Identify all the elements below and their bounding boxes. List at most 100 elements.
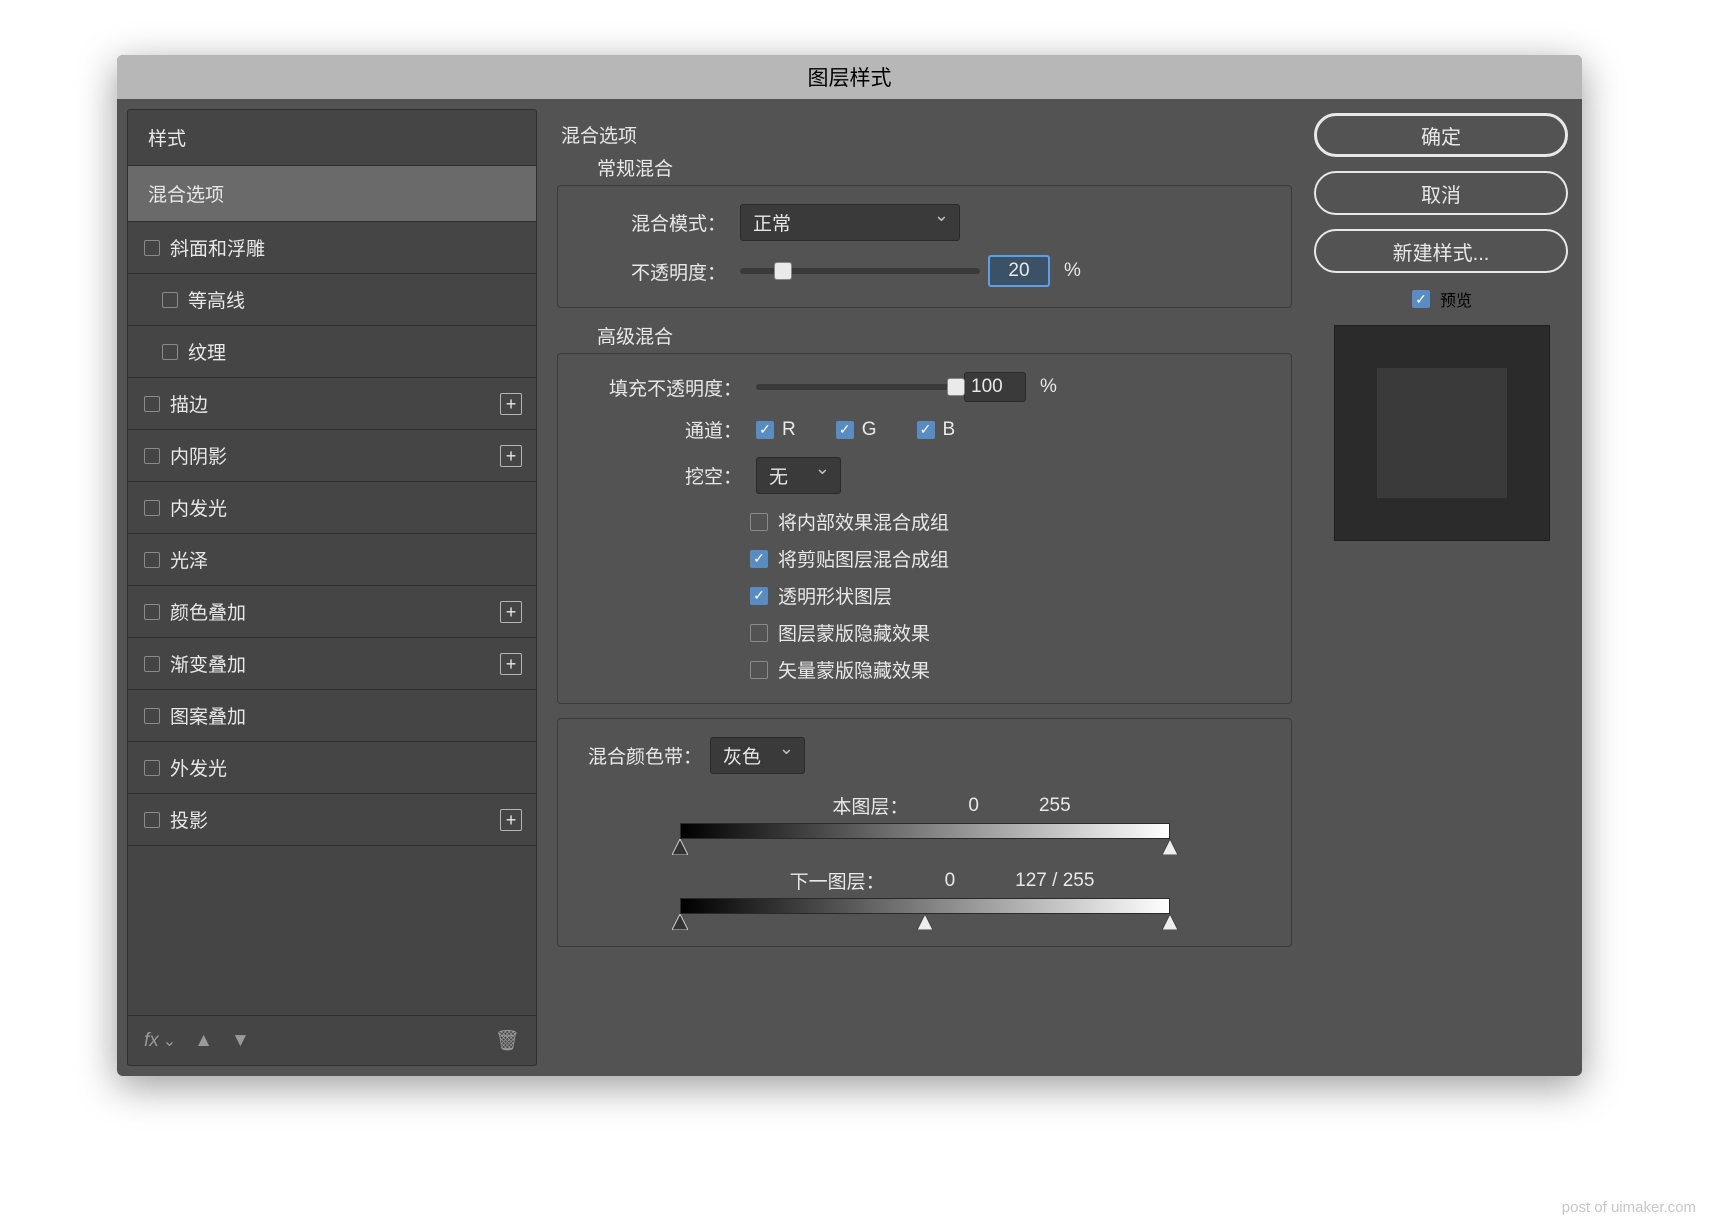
sidebar-item-outer-glow[interactable]: 外发光 (128, 742, 536, 794)
blend-mode-value: 正常 (753, 209, 791, 236)
under-layer-gradient[interactable] (680, 898, 1170, 914)
sidebar-item-pattern-overlay[interactable]: 图案叠加 (128, 690, 536, 742)
add-color-overlay-button[interactable]: + (500, 601, 522, 623)
ok-button[interactable]: 确定 (1314, 113, 1568, 157)
preview-checkbox[interactable]: ✓ (1412, 290, 1430, 308)
label-bevel-emboss: 斜面和浮雕 (170, 234, 265, 261)
knockout-select[interactable]: 无 (756, 457, 841, 494)
dialog-title: 图层样式 (808, 62, 892, 92)
dialog-titlebar[interactable]: 图层样式 (117, 55, 1582, 99)
preview-toggle-row: ✓ 预览 (1314, 287, 1570, 311)
this-layer-label: 本图层： (778, 792, 908, 819)
dialog-content: 样式 混合选项 斜面和浮雕 等高线 纹理 描边 + 内阴影 (117, 99, 1582, 1076)
opt-trans-shape-checkbox[interactable]: ✓ (750, 587, 768, 605)
channel-b-checkbox[interactable]: ✓ (917, 421, 935, 439)
blend-if-label: 混合颜色带： (588, 742, 702, 769)
channel-g-checkbox[interactable]: ✓ (836, 421, 854, 439)
fx-menu[interactable]: fx (144, 1030, 159, 1052)
under-layer-label: 下一图层： (755, 867, 885, 894)
this-layer-black-stop[interactable] (672, 839, 688, 855)
blend-if-value: 灰色 (723, 742, 761, 769)
section-blending-options: 混合选项 (561, 121, 1288, 148)
this-layer-lo: 0 (968, 795, 979, 817)
checkbox-gradient-overlay[interactable] (144, 656, 160, 672)
label-pattern-overlay: 图案叠加 (170, 702, 246, 729)
sidebar-item-inner-shadow[interactable]: 内阴影 + (128, 430, 536, 482)
blend-mode-label: 混合模式： (578, 209, 732, 236)
sidebar-item-inner-glow[interactable]: 内发光 (128, 482, 536, 534)
checkbox-texture[interactable] (162, 344, 178, 360)
checkbox-outer-glow[interactable] (144, 760, 160, 776)
styles-header: 样式 (128, 110, 536, 166)
cancel-button[interactable]: 取消 (1314, 171, 1568, 215)
checkbox-satin[interactable] (144, 552, 160, 568)
add-drop-shadow-button[interactable]: + (500, 809, 522, 831)
channel-r-label: R (782, 419, 796, 441)
checkbox-stroke[interactable] (144, 396, 160, 412)
sidebar-item-color-overlay[interactable]: 颜色叠加 + (128, 586, 536, 638)
checkbox-drop-shadow[interactable] (144, 812, 160, 828)
opt-mask-hide-checkbox[interactable] (750, 624, 768, 642)
under-layer-black-stop[interactable] (672, 914, 688, 930)
opacity-slider[interactable] (740, 268, 980, 274)
opt-inner-group-label: 将内部效果混合成组 (778, 508, 949, 535)
add-stroke-button[interactable]: + (500, 393, 522, 415)
preview-box (1334, 325, 1550, 541)
fill-opacity-slider[interactable] (756, 384, 956, 390)
opacity-unit: % (1064, 260, 1081, 282)
channel-b-label: B (943, 419, 956, 441)
blend-if-fieldset: 混合颜色带： 灰色 本图层： 0 255 (557, 718, 1292, 947)
opt-vmask-hide-label: 矢量蒙版隐藏效果 (778, 656, 930, 683)
opacity-label: 不透明度： (578, 258, 732, 285)
opt-inner-group-checkbox[interactable] (750, 513, 768, 531)
this-layer-white-stop[interactable] (1162, 839, 1178, 855)
label-stroke: 描边 (170, 390, 208, 417)
this-layer-gradbar (680, 823, 1170, 839)
fill-opacity-input[interactable]: 100 (964, 372, 1026, 402)
label-texture: 纹理 (188, 338, 226, 365)
add-gradient-overlay-button[interactable]: + (500, 653, 522, 675)
opt-vmask-hide-checkbox[interactable] (750, 661, 768, 679)
sidebar-item-contour[interactable]: 等高线 (128, 274, 536, 326)
checkbox-inner-glow[interactable] (144, 500, 160, 516)
layer-style-dialog: 图层样式 样式 混合选项 斜面和浮雕 等高线 纹理 描边 + (117, 55, 1582, 1076)
checkbox-color-overlay[interactable] (144, 604, 160, 620)
knockout-label: 挖空： (578, 462, 748, 489)
sidebar-item-stroke[interactable]: 描边 + (128, 378, 536, 430)
opacity-slider-thumb[interactable] (774, 262, 792, 280)
blend-mode-select[interactable]: 正常 (740, 204, 960, 241)
trash-icon[interactable]: 🗑 (495, 1028, 520, 1053)
this-layer-gradient[interactable] (680, 823, 1170, 839)
sidebar-item-satin[interactable]: 光泽 (128, 534, 536, 586)
under-layer-white-stop[interactable] (1162, 914, 1178, 930)
move-up-icon[interactable]: ▲ (194, 1030, 213, 1052)
add-inner-shadow-button[interactable]: + (500, 445, 522, 467)
channel-r-checkbox[interactable]: ✓ (756, 421, 774, 439)
checkbox-contour[interactable] (162, 292, 178, 308)
sidebar-item-drop-shadow[interactable]: 投影 + (128, 794, 536, 846)
label-gradient-overlay: 渐变叠加 (170, 650, 246, 677)
preview-swatch (1377, 368, 1507, 498)
checkbox-pattern-overlay[interactable] (144, 708, 160, 724)
fill-opacity-unit: % (1040, 376, 1057, 398)
subsection-general-blending: 常规混合 (597, 154, 1292, 181)
sidebar-item-texture[interactable]: 纹理 (128, 326, 536, 378)
opt-clip-group-checkbox[interactable]: ✓ (750, 550, 768, 568)
checkbox-inner-shadow[interactable] (144, 448, 160, 464)
checkbox-bevel-emboss[interactable] (144, 240, 160, 256)
fill-opacity-slider-thumb[interactable] (947, 378, 965, 396)
sidebar-item-gradient-overlay[interactable]: 渐变叠加 + (128, 638, 536, 690)
under-layer-split-stop[interactable] (917, 914, 933, 930)
opacity-input[interactable]: 20 (988, 255, 1050, 287)
watermark-text: post of uimaker.com (1562, 1199, 1696, 1216)
blend-if-select[interactable]: 灰色 (710, 737, 805, 774)
sidebar-item-bevel-emboss[interactable]: 斜面和浮雕 (128, 222, 536, 274)
label-inner-shadow: 内阴影 (170, 442, 227, 469)
right-panel: 确定 取消 新建样式... ✓ 预览 (1312, 109, 1572, 1066)
opt-mask-hide-label: 图层蒙版隐藏效果 (778, 619, 930, 646)
new-style-button[interactable]: 新建样式... (1314, 229, 1568, 273)
fx-caret-icon[interactable]: ⌄ (163, 1031, 176, 1051)
sidebar-item-blending-options[interactable]: 混合选项 (128, 166, 536, 222)
move-down-icon[interactable]: ▼ (231, 1030, 250, 1052)
general-blending-fieldset: 混合模式： 正常 不透明度： 20 % (557, 185, 1292, 308)
